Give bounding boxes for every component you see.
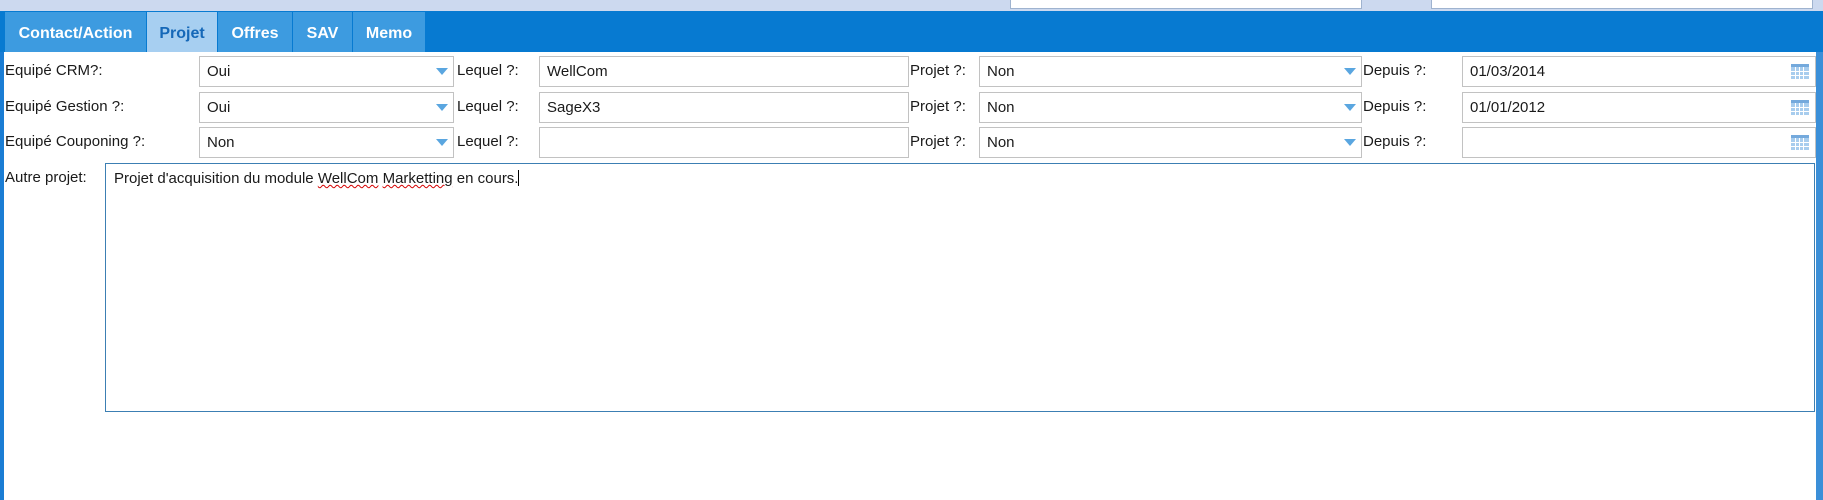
tab-bar: Contact/Action Projet Offres SAV Memo <box>0 11 1823 52</box>
chevron-down-icon[interactable] <box>436 104 448 111</box>
depuis-gestion-label: Depuis ?: <box>1363 98 1427 115</box>
calendar-icon[interactable] <box>1791 100 1809 116</box>
equip-crm-select[interactable]: Oui <box>199 56 454 87</box>
depuis-gestion-date[interactable]: 01/01/2012 <box>1462 92 1816 123</box>
chevron-down-icon[interactable] <box>1344 104 1356 111</box>
equip-gestion-value: Oui <box>207 99 231 116</box>
text-caret <box>518 170 520 186</box>
depuis-couponing-date[interactable] <box>1462 127 1816 158</box>
projet-gestion-value: Non <box>987 99 1015 116</box>
tab-contact-action[interactable]: Contact/Action <box>5 12 146 52</box>
projet-couponing-select[interactable]: Non <box>979 127 1362 158</box>
spell-error-word-wellcom: WellCom <box>317 170 379 187</box>
depuis-couponing-label: Depuis ?: <box>1363 133 1427 150</box>
projet-crm-select[interactable]: Non <box>979 56 1362 87</box>
autre-projet-textarea[interactable]: Projet d'acquisition du module WellCom M… <box>105 163 1815 412</box>
lequel-gestion-input[interactable]: SageX3 <box>539 92 909 123</box>
equip-couponing-select[interactable]: Non <box>199 127 454 158</box>
tab-offres[interactable]: Offres <box>218 12 292 52</box>
chevron-down-icon[interactable] <box>436 139 448 146</box>
depuis-crm-label: Depuis ?: <box>1363 62 1427 79</box>
autre-projet-text-3: en cours. <box>452 170 519 187</box>
calendar-icon[interactable] <box>1791 135 1809 151</box>
chevron-down-icon[interactable] <box>436 68 448 75</box>
right-edge <box>1816 52 1823 500</box>
autre-projet-text-1: Projet d'acquisition du module <box>114 170 318 187</box>
equip-gestion-label: Equipé Gestion ?: <box>5 98 125 115</box>
spell-error-word-marketting: Marketting <box>382 170 453 187</box>
autre-projet-label: Autre projet: <box>5 169 87 186</box>
projet-couponing-value: Non <box>987 134 1015 151</box>
left-edge <box>0 52 4 500</box>
equip-couponing-label: Equipé Couponing ?: <box>5 133 146 150</box>
tab-sav[interactable]: SAV <box>293 12 352 52</box>
projet-gestion-select[interactable]: Non <box>979 92 1362 123</box>
projet-gestion-label: Projet ?: <box>910 98 966 115</box>
projet-crm-label: Projet ?: <box>910 62 966 79</box>
top-field-strip <box>0 0 1823 11</box>
depuis-gestion-value: 01/01/2012 <box>1470 99 1546 116</box>
tab-memo[interactable]: Memo <box>353 12 425 52</box>
chevron-down-icon[interactable] <box>1344 68 1356 75</box>
projet-crm-value: Non <box>987 63 1015 80</box>
depuis-crm-date[interactable]: 01/03/2014 <box>1462 56 1816 87</box>
lequel-couponing-label: Lequel ?: <box>457 133 519 150</box>
equip-crm-value: Oui <box>207 63 231 80</box>
equip-crm-label: Equipé CRM?: <box>5 62 103 79</box>
depuis-crm-value: 01/03/2014 <box>1470 63 1546 80</box>
lequel-crm-label: Lequel ?: <box>457 62 519 79</box>
top-field-1[interactable] <box>1010 0 1362 9</box>
lequel-crm-input[interactable]: WellCom <box>539 56 909 87</box>
tab-projet[interactable]: Projet <box>147 12 217 52</box>
top-field-2[interactable] <box>1431 0 1813 9</box>
equip-gestion-select[interactable]: Oui <box>199 92 454 123</box>
projet-couponing-label: Projet ?: <box>910 133 966 150</box>
chevron-down-icon[interactable] <box>1344 139 1356 146</box>
lequel-gestion-label: Lequel ?: <box>457 98 519 115</box>
equip-couponing-value: Non <box>207 134 235 151</box>
calendar-icon[interactable] <box>1791 64 1809 80</box>
lequel-couponing-input[interactable] <box>539 127 909 158</box>
